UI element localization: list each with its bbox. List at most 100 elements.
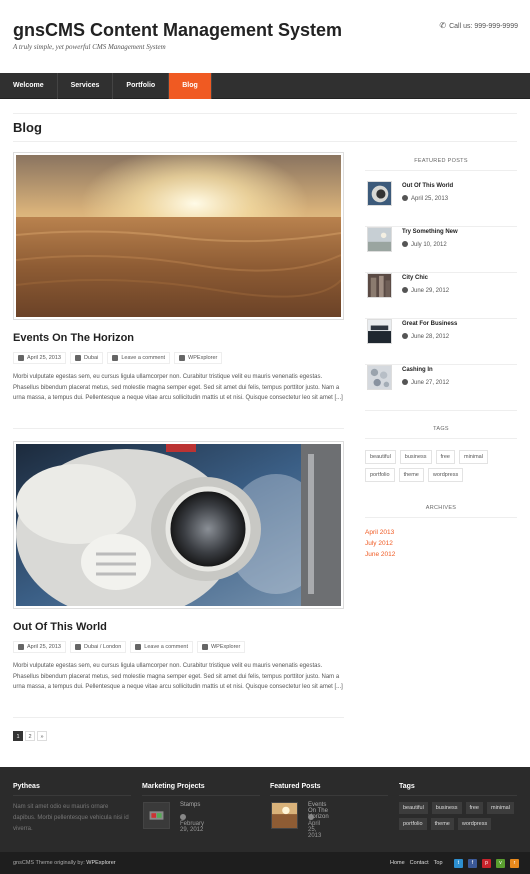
divider [270, 795, 388, 796]
comment-icon [135, 644, 142, 650]
site-title[interactable]: gnsCMS Content Management System [13, 20, 342, 41]
next-page[interactable]: » [37, 731, 47, 741]
tag[interactable]: minimal [459, 450, 488, 464]
divider [365, 517, 517, 518]
footer-tag-cloud: beautiful business free minimal portfoli… [399, 802, 517, 830]
featured-thumb [367, 181, 392, 206]
featured-post-date-text: April 25, 2013 [308, 821, 322, 839]
footer-heading: Tags [399, 783, 415, 790]
vimeo-icon[interactable]: v [496, 859, 505, 868]
divider [365, 170, 517, 171]
tag[interactable]: free [435, 450, 455, 464]
tag[interactable]: beautiful [365, 450, 396, 464]
page-1[interactable]: 1 [13, 731, 23, 741]
tag[interactable]: portfolio [399, 818, 427, 830]
divider [13, 141, 517, 142]
post-author[interactable]: WPExplorer [196, 641, 246, 653]
tag[interactable]: wordpress [427, 468, 464, 482]
nav-item-blog[interactable]: Blog [169, 73, 212, 99]
tag[interactable]: portfolio [365, 468, 395, 482]
archive-link[interactable]: April 2013 [365, 529, 394, 536]
tag[interactable]: business [431, 802, 462, 814]
footer-link-home[interactable]: Home [390, 860, 405, 866]
post-comments[interactable]: Leave a comment [107, 352, 171, 364]
post-comments-text[interactable]: Leave a comment [121, 355, 165, 361]
footer-link-top[interactable]: Top [434, 860, 443, 866]
featured-title[interactable]: Great For Business [402, 321, 457, 327]
tag[interactable]: beautiful [399, 802, 428, 814]
featured-item[interactable]: Cashing In June 27, 2012 [365, 365, 517, 411]
tag[interactable]: theme [430, 818, 454, 830]
pinterest-icon[interactable]: p [482, 859, 491, 868]
post-author-text[interactable]: WPExplorer [211, 644, 240, 650]
featured-item[interactable]: City Chic June 29, 2012 [365, 273, 517, 319]
divider [13, 113, 517, 114]
copyright: gnsCMS Theme originally by: WPExplorer [13, 860, 116, 866]
footer-heading: Featured Posts [270, 783, 321, 790]
tag[interactable]: business [399, 450, 432, 464]
featured-thumb [367, 227, 392, 252]
rss-icon[interactable]: r [510, 859, 519, 868]
footer-link-contact[interactable]: Contact [410, 860, 429, 866]
post-date-text: April 25, 2013 [27, 644, 61, 650]
featured-item[interactable]: Out Of This World April 25, 2013 [365, 181, 517, 227]
tag[interactable]: wordpress [457, 818, 492, 830]
post-author[interactable]: WPExplorer [174, 352, 223, 364]
post-category[interactable]: Dubai / London [69, 641, 127, 653]
footer-heading: Marketing Projects [142, 783, 205, 790]
footer-heading: Pytheas [13, 783, 40, 790]
page-2[interactable]: 2 [25, 731, 35, 741]
featured-title[interactable]: City Chic [402, 275, 428, 281]
post-comments[interactable]: Leave a comment [130, 641, 193, 653]
twitter-icon[interactable]: t [454, 859, 463, 868]
project-thumb[interactable] [143, 802, 170, 829]
featured-title[interactable]: Try Something New [402, 229, 458, 235]
site-tagline: A truly simple, yet powerful CMS Managem… [13, 43, 166, 51]
user-icon [179, 355, 186, 361]
project-date-text: February 29, 2012 [180, 821, 205, 833]
archive-link[interactable]: July 2012 [365, 540, 393, 547]
clock-icon [180, 814, 186, 820]
copyright-text: gnsCMS Theme originally by: [13, 860, 85, 866]
footer-about-text: Nam sit amet odio eu mauris ornare dapib… [13, 804, 129, 832]
featured-posts-heading: Featured Posts [414, 158, 468, 164]
featured-title[interactable]: Out Of This World [402, 183, 453, 189]
post-image-astronaut[interactable] [13, 441, 344, 619]
post-category-text[interactable]: Dubai / London [84, 644, 121, 650]
social-links: t f p v r [454, 859, 519, 868]
featured-post-thumb[interactable] [271, 802, 298, 829]
featured-title[interactable]: Cashing In [402, 367, 433, 373]
post-title[interactable]: Events On The Horizon [13, 332, 134, 344]
post-comments-text[interactable]: Leave a comment [144, 644, 188, 650]
copyright-link[interactable]: WPExplorer [86, 860, 115, 866]
post-title[interactable]: Out Of This World [13, 621, 107, 633]
featured-item[interactable]: Try Something New July 10, 2012 [365, 227, 517, 273]
archives-heading: Archives [425, 505, 457, 511]
comment-icon [112, 355, 119, 361]
nav-item-welcome[interactable]: Welcome [0, 73, 58, 99]
post-category-text[interactable]: Dubai [84, 355, 98, 361]
folder-icon [74, 644, 81, 650]
featured-item[interactable]: Great For Business June 28, 2012 [365, 319, 517, 365]
tag[interactable]: free [465, 802, 483, 814]
desert-sunset-photo [15, 155, 342, 317]
featured-date: June 27, 2012 [402, 379, 449, 386]
nav-item-services[interactable]: Services [58, 73, 114, 99]
post-date-text: April 25, 2013 [27, 355, 61, 361]
facebook-icon[interactable]: f [468, 859, 477, 868]
footer-bottom-bar: gnsCMS Theme originally by: WPExplorer H… [0, 852, 530, 874]
clock-icon [402, 333, 408, 339]
page-title: Blog [13, 120, 42, 135]
project-title[interactable]: Stamps [180, 802, 200, 808]
divider [13, 717, 344, 718]
tag[interactable]: minimal [487, 802, 514, 814]
post-date: April 25, 2013 [13, 641, 66, 653]
archive-link[interactable]: June 2012 [365, 551, 395, 558]
post-image-desert[interactable] [13, 152, 344, 320]
nav-item-portfolio[interactable]: Portfolio [113, 73, 170, 99]
featured-date-text: June 28, 2012 [411, 334, 450, 340]
post-category[interactable]: Dubai [69, 352, 104, 364]
tag[interactable]: theme [398, 468, 424, 482]
post-author-text[interactable]: WPExplorer [188, 355, 217, 361]
phone-icon: ✆ [439, 21, 447, 30]
